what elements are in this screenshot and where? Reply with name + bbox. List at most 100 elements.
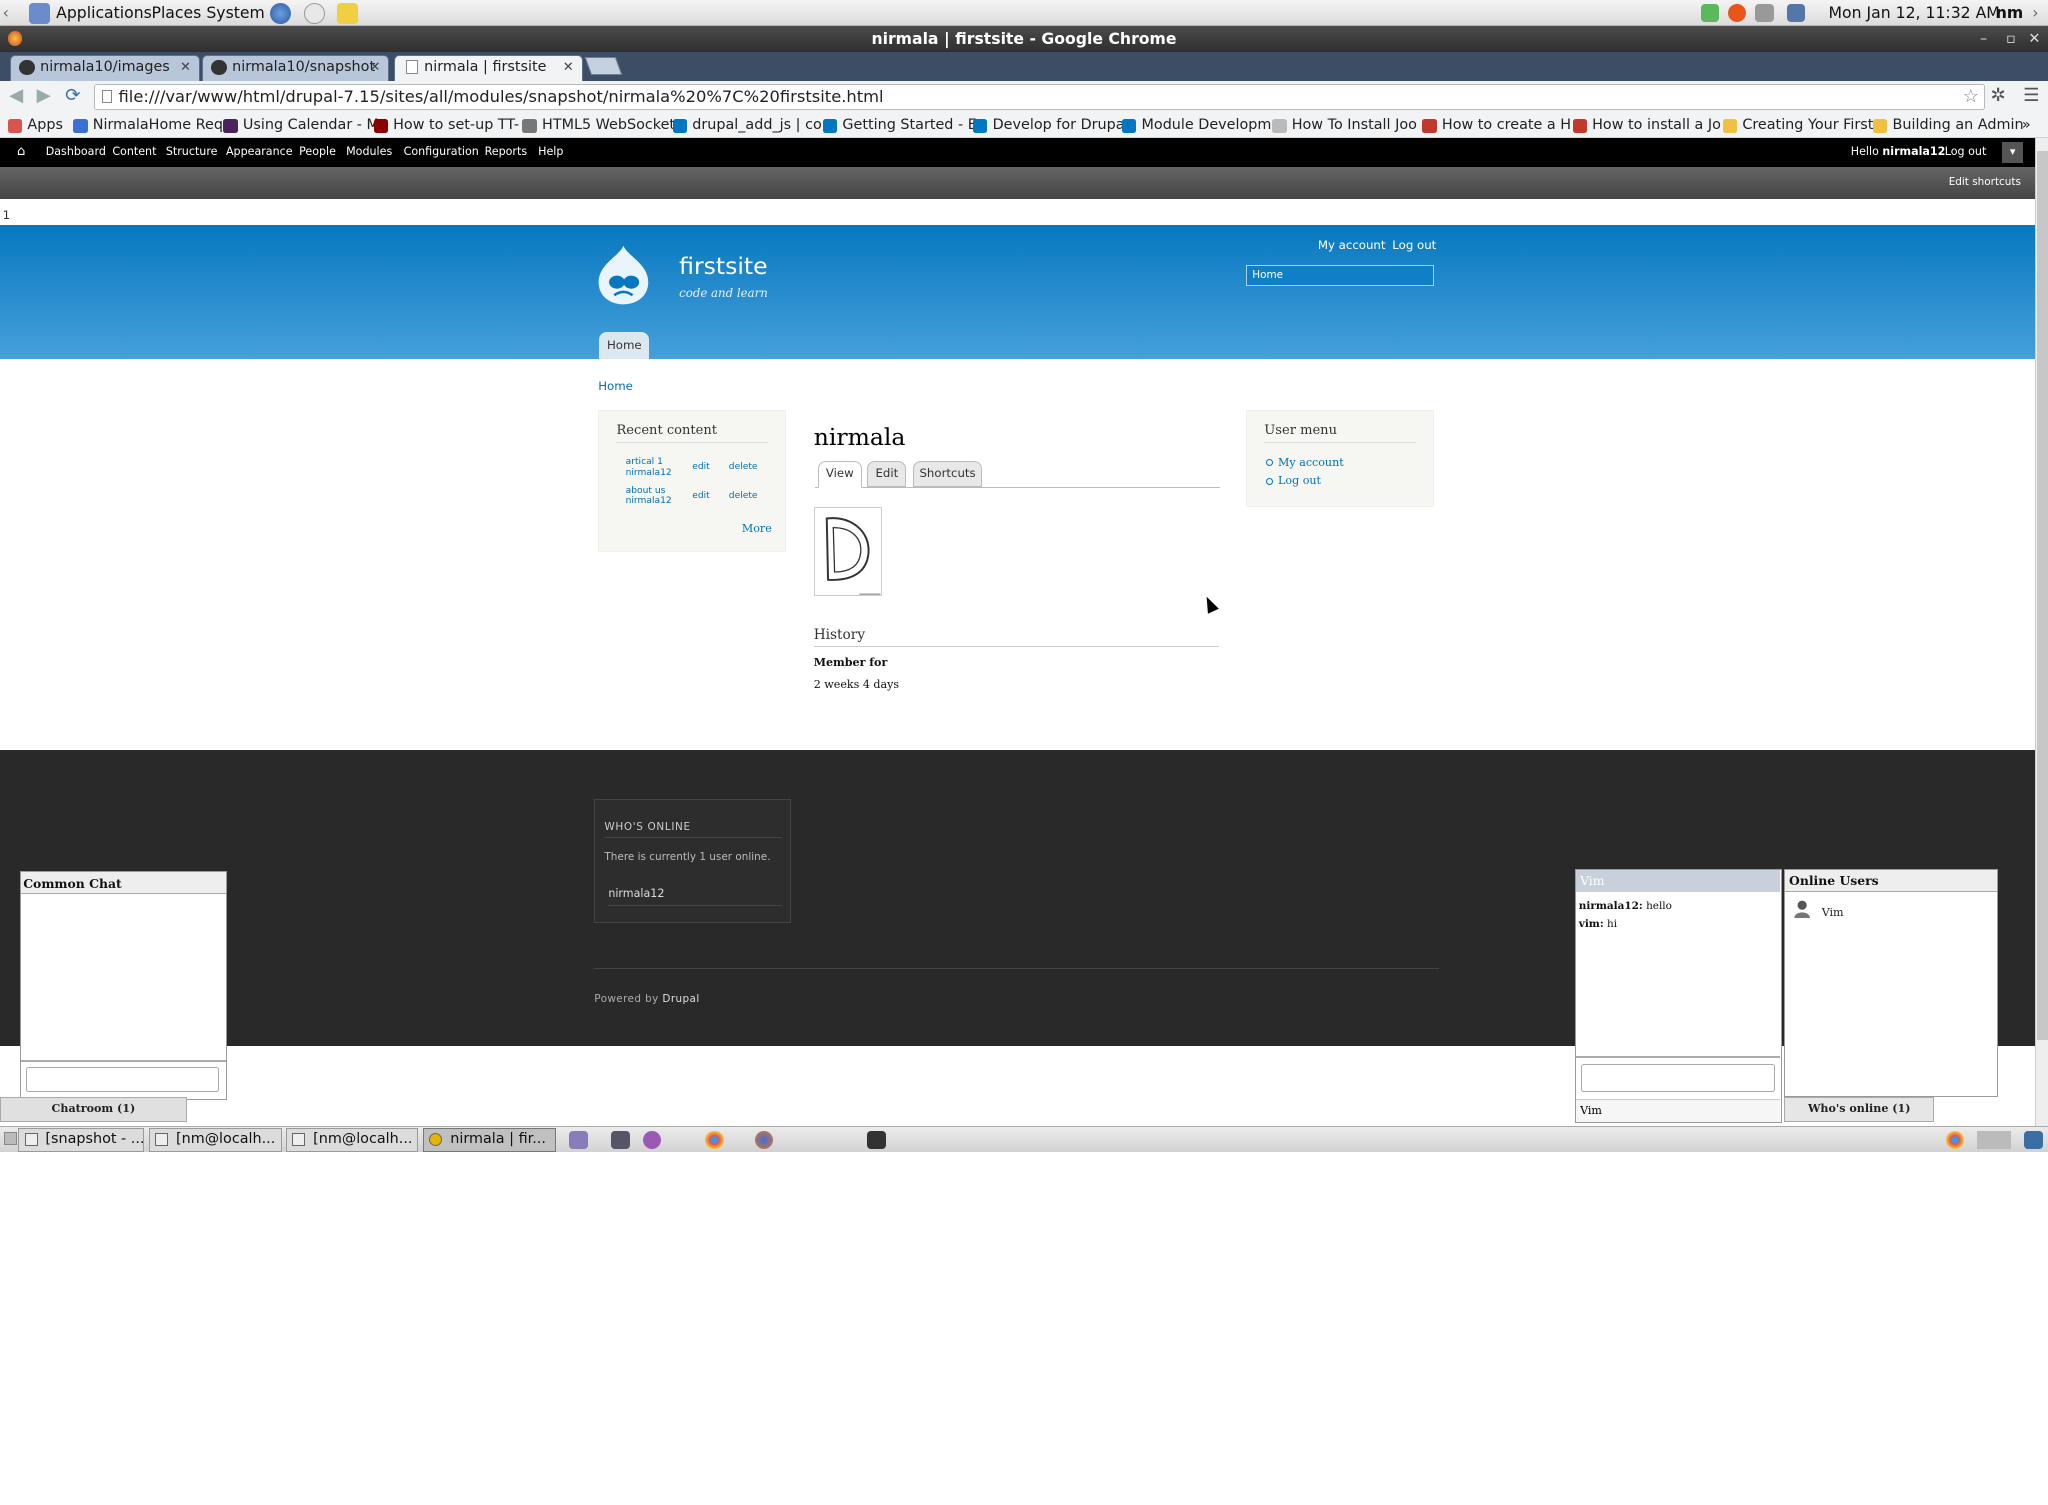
taskbar-item[interactable]: [snapshot - ... [18, 1128, 144, 1152]
toolbar-item-people[interactable]: People [299, 138, 336, 167]
forward-icon[interactable]: ▶ [37, 85, 51, 106]
recent-content-more-link[interactable]: More [742, 522, 772, 535]
web-browser-launcher-icon[interactable] [270, 2, 292, 24]
toolbar-drawer-toggle-icon[interactable]: ▾ [2002, 142, 2024, 164]
recent-content-edit-link[interactable]: edit [692, 491, 710, 501]
bookmark-item[interactable]: drupal_add_js | co [672, 115, 822, 136]
volume-tray-icon[interactable] [1755, 3, 1774, 23]
tab-github-snapshot[interactable]: nirmala10/snapshot ✕ [202, 54, 390, 81]
bookmark-item[interactable]: How To Install Joo [1272, 115, 1417, 136]
main-menu-home[interactable]: Home [599, 331, 650, 360]
recent-content-node-link[interactable]: artical 1 [626, 457, 663, 467]
header-my-account-link[interactable]: My account [1318, 238, 1386, 252]
chatroom-tab[interactable]: Chatroom (1) [0, 1097, 187, 1122]
user-menu-my-account[interactable]: My account [1266, 456, 1344, 469]
back-icon[interactable]: ◀ [9, 85, 23, 106]
tab-edit[interactable]: Edit [867, 461, 907, 488]
toolbar-item-content[interactable]: Content [112, 138, 156, 167]
reload-icon[interactable]: ⟳ [65, 85, 80, 106]
toolbar-username[interactable]: nirmala12 [1882, 145, 1945, 158]
bookmark-item[interactable]: Using Calendar - M [223, 115, 379, 136]
drupal-logo-icon[interactable] [596, 243, 651, 306]
extension-icon[interactable]: ✲ [1990, 85, 2005, 106]
notes-launcher-icon[interactable] [336, 2, 358, 24]
taskbar-item-active[interactable]: nirmala | fir... [423, 1128, 557, 1152]
close-window-icon[interactable]: ✕ [2028, 26, 2040, 52]
bookmark-item[interactable]: How to create a H [1422, 115, 1571, 136]
calculator-launcher-icon[interactable] [611, 1130, 630, 1150]
tab-close-icon[interactable]: ✕ [369, 56, 380, 80]
bookmark-item[interactable]: Building an Admin [1872, 115, 2024, 136]
recent-content-author-link[interactable]: nirmala12 [626, 496, 672, 506]
toolbar-item-structure[interactable]: Structure [166, 138, 218, 167]
text-editor-launcher-icon[interactable] [569, 1130, 588, 1150]
vim-chat-input[interactable] [1581, 1064, 1775, 1092]
terminal-launcher-icon[interactable] [867, 1130, 886, 1150]
panel-right-arrow-icon[interactable]: › [2032, 3, 2038, 24]
bookmark-item[interactable]: How to set-up TT- [373, 115, 519, 136]
bookmark-item[interactable]: NirmalaHome Req [73, 115, 223, 136]
drupal-link[interactable]: Drupal [662, 993, 699, 1005]
network-tray-icon[interactable] [1700, 3, 1719, 23]
show-desktop-icon[interactable] [3, 1132, 17, 1146]
bookmark-item[interactable]: Creating Your First [1722, 115, 1873, 136]
update-tray-icon[interactable] [1727, 3, 1747, 23]
applications-menu[interactable]: Applications [56, 3, 152, 24]
bookmark-item[interactable]: HTML5 WebSocket [522, 115, 675, 136]
bookmarks-overflow-icon[interactable]: » [2022, 115, 2031, 136]
toolbar-item-configuration[interactable]: Configuration [404, 138, 479, 167]
recent-content-edit-link[interactable]: edit [692, 462, 710, 472]
whos-online-tab[interactable]: Who's online (1) [1784, 1097, 1935, 1122]
toolbar-item-dashboard[interactable]: Dashboard [46, 138, 106, 167]
bookmark-item[interactable]: Develop for Drupa [973, 115, 1125, 136]
maximize-icon[interactable]: ▫ [2006, 26, 2016, 52]
panel-left-arrow-icon[interactable]: ‹ [3, 3, 9, 24]
bookmark-star-icon[interactable]: ☆ [1963, 85, 1979, 109]
tab-close-icon[interactable]: ✕ [180, 56, 191, 80]
panel-user[interactable]: nm [1996, 3, 2023, 24]
vim-chat-header[interactable] [1576, 869, 1780, 892]
chrome-menu-icon[interactable]: ☰ [2023, 85, 2039, 106]
address-bar[interactable]: file:///var/www/html/drupal-7.15/sites/a… [94, 83, 1986, 110]
mail-launcher-icon[interactable] [304, 2, 326, 24]
workspace-chrome-icon[interactable] [1946, 1130, 1965, 1150]
system-menu[interactable]: System [206, 3, 264, 24]
tab-close-icon[interactable]: ✕ [563, 56, 574, 80]
scrollbar-thumb[interactable] [2037, 151, 2048, 1040]
recent-content-author-link[interactable]: nirmala12 [626, 468, 672, 478]
toolbar-logout[interactable]: Log out [1945, 138, 1987, 167]
pidgin-launcher-icon[interactable] [642, 1130, 661, 1150]
places-menu[interactable]: Places [152, 3, 202, 24]
bookmark-apps[interactable]: Apps [7, 115, 63, 136]
edit-shortcuts-link[interactable]: Edit shortcuts [1949, 176, 2021, 188]
firefox-launcher-icon[interactable] [754, 1130, 774, 1150]
trash-icon[interactable] [2024, 1130, 2043, 1150]
bookmark-item[interactable]: How to install a Jo [1572, 115, 1721, 136]
breadcrumb[interactable]: Home [598, 379, 633, 393]
toolbar-item-reports[interactable]: Reports [485, 138, 528, 167]
bookmark-item[interactable]: Getting Started - E [822, 115, 977, 136]
new-tab-button[interactable] [584, 57, 623, 76]
toolbar-item-modules[interactable]: Modules [346, 138, 392, 167]
online-user-link[interactable]: Vim [1822, 906, 1844, 919]
chrome-launcher-icon[interactable] [705, 1130, 724, 1150]
recent-content-delete-link[interactable]: delete [729, 491, 758, 501]
taskbar-item[interactable]: [nm@localh... [286, 1128, 418, 1152]
header-logout-link[interactable]: Log out [1392, 238, 1436, 252]
site-name[interactable]: firstsite [679, 252, 767, 280]
whos-online-user-link[interactable]: nirmala12 [608, 887, 783, 906]
display-tray-icon[interactable] [1786, 3, 1806, 23]
tab-firstsite[interactable]: nirmala | firstsite ✕ [394, 54, 583, 83]
clock[interactable]: Mon Jan 12, 11:32 AM [1829, 3, 2000, 24]
toolbar-item-help[interactable]: Help [538, 138, 563, 167]
recent-content-node-link[interactable]: about us [626, 486, 666, 496]
recent-content-delete-link[interactable]: delete [729, 462, 758, 472]
home-icon[interactable]: ⌂ [17, 138, 25, 167]
common-chat-input[interactable] [25, 1066, 220, 1092]
toolbar-item-appearance[interactable]: Appearance [226, 138, 293, 167]
user-menu-logout[interactable]: Log out [1266, 474, 1321, 487]
minimize-icon[interactable]: – [1980, 26, 1987, 52]
taskbar-item[interactable]: [nm@localh... [148, 1128, 283, 1152]
bookmark-item[interactable]: Module Developm [1121, 115, 1271, 136]
page-scrollbar[interactable] [2034, 138, 2048, 1126]
